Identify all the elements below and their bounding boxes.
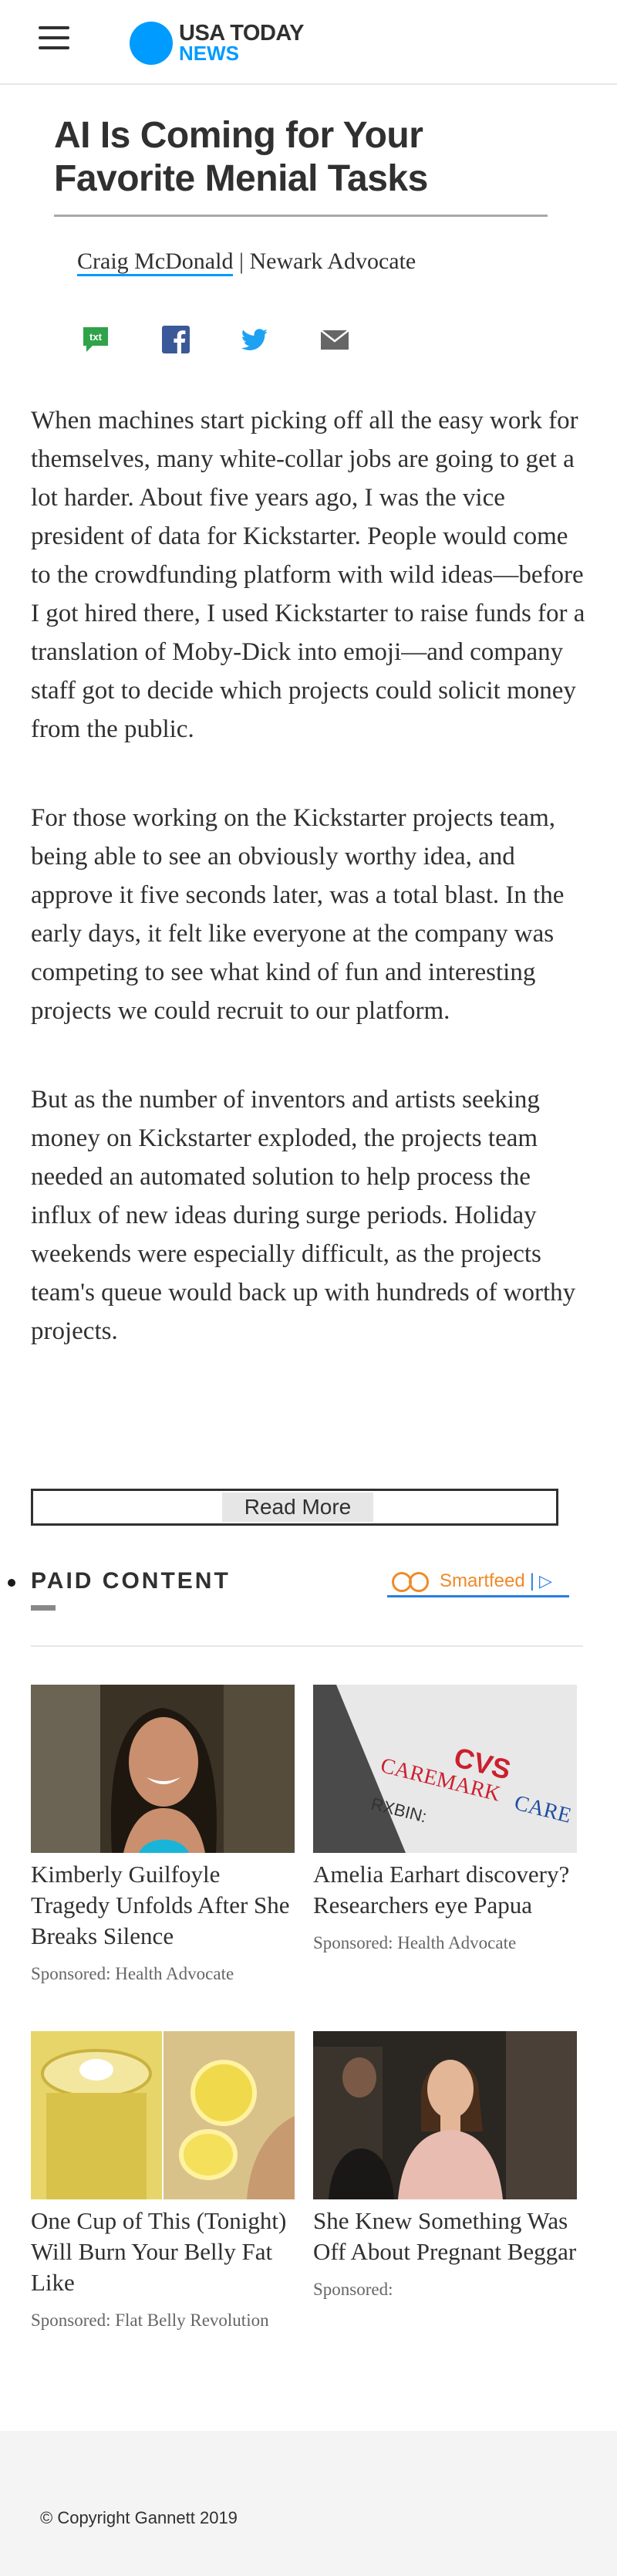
txt-icon-label: txt [89,331,103,343]
sponsored-image[interactable] [31,1685,295,1853]
brand-name: USA TODAY [179,21,305,46]
list-bullet-icon [8,1579,15,1587]
heading-underline [31,1605,56,1611]
menu-icon[interactable] [39,26,69,49]
article-body: When machines start picking off all the … [31,401,586,1401]
sponsored-card[interactable]: CVS CAREMARK CARE RXBIN: Amelia Earhart … [313,1685,577,1958]
paid-content-heading: PAID CONTENT [31,1568,231,1594]
read-more-button[interactable]: Read More [31,1489,558,1526]
sponsored-image[interactable] [31,2031,295,2199]
email-icon[interactable] [319,324,350,355]
logo-circle-icon [130,22,173,65]
sponsored-card[interactable]: Kimberly Guilfoyle Tragedy Unfolds After… [31,1685,295,1989]
sponsored-image[interactable]: CVS CAREMARK CARE RXBIN: [313,1685,577,1853]
author-link[interactable]: Craig McDonald [77,248,234,276]
site-footer: © Copyright Gannett 2019 [0,2431,617,2576]
sponsor-label: Sponsored: [313,2280,393,2299]
byline-separator: | [233,248,250,274]
sponsor-label: Sponsored: Health Advocate [31,1964,234,1983]
article-paragraph: For those working on the Kickstarter pro… [31,804,565,1025]
sponsored-image[interactable] [313,2031,577,2199]
site-logo[interactable]: USA TODAY NEWS [130,21,305,65]
txt-icon[interactable]: txt [80,324,111,355]
brand-section: NEWS [179,42,239,65]
twitter-icon[interactable] [239,324,270,355]
article-paragraph: But as the number of inventors and artis… [31,1086,576,1345]
headline-divider [54,215,548,217]
article-paragraph: When machines start picking off all the … [31,407,585,743]
sponsored-title[interactable]: She Knew Something Was Off About Pregnan… [313,2206,577,2267]
smartfeed-badge[interactable]: Smartfeed | ▷ [387,1567,569,1597]
ad-choices-icon[interactable]: ▷ [539,1571,552,1591]
smartfeed-separator: | [529,1570,534,1591]
sponsor-label: Sponsored: Health Advocate [313,1933,517,1952]
sponsor-label: Sponsored: Flat Belly Revolution [31,2311,269,2330]
sponsored-title[interactable]: Kimberly Guilfoyle Tragedy Unfolds After… [31,1859,295,1952]
read-more-label: Read More [222,1493,373,1522]
byline: Craig McDonald | Newark Advocate [77,248,416,276]
copyright-text: © Copyright Gannett 2019 [40,2508,238,2527]
sponsored-title[interactable]: Amelia Earhart discovery? Researchers ey… [313,1859,577,1921]
article-headline: AI Is Coming for Your Favorite Menial Ta… [54,115,428,199]
sponsored-card[interactable]: One Cup of This (Tonight) Will Burn Your… [31,2031,295,2335]
smartfeed-label: Smartfeed [440,1570,525,1591]
site-header: USA TODAY NEWS [0,0,617,85]
facebook-icon[interactable] [160,324,191,355]
paid-divider [31,1645,583,1647]
publication-name: Newark Advocate [249,248,416,274]
sponsored-card[interactable]: She Knew Something Was Off About Pregnan… [313,2031,577,2304]
smartfeed-logo-icon [392,1570,433,1592]
sponsored-title[interactable]: One Cup of This (Tonight) Will Burn Your… [31,2206,295,2298]
